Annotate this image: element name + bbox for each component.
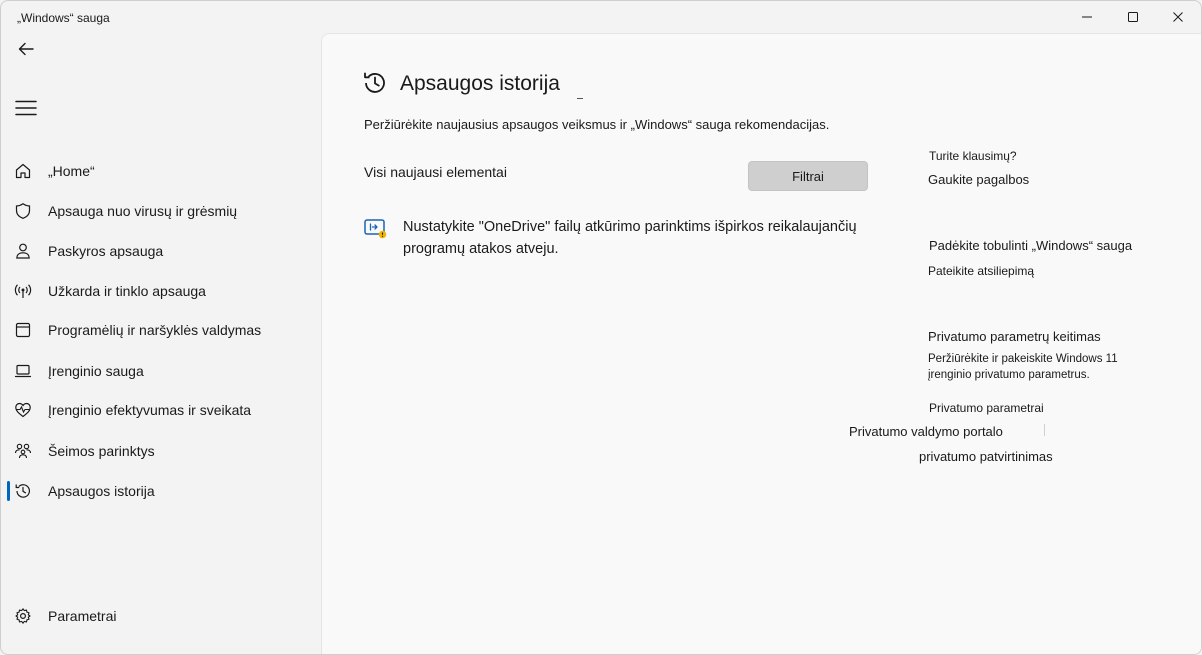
app-window-icon <box>13 320 33 340</box>
maximize-button[interactable] <box>1110 1 1156 33</box>
sidebar-item-family-options[interactable]: Šeimos parinktys <box>5 433 317 469</box>
privacy-statement-link[interactable]: privatumo patvirtinimas <box>919 449 1053 464</box>
sidebar-item-label: Apsaugos istorija <box>48 483 155 499</box>
laptop-icon <box>13 361 33 381</box>
sidebar-item-home[interactable]: „Home“ <box>5 153 317 189</box>
sidebar-item-label: „Home“ <box>48 163 95 179</box>
gear-icon <box>13 606 33 626</box>
privacy-settings-heading: Privatumo parametrų keitimas <box>928 329 1101 344</box>
history-icon <box>364 72 385 93</box>
minimize-icon <box>1082 16 1092 18</box>
hamburger-menu-button[interactable] <box>11 93 41 123</box>
recommendation-item[interactable]: Nustatykite "OneDrive" failų atkūrimo pa… <box>403 216 883 260</box>
title-bar: „Windows“ sauga <box>1 1 1201 33</box>
improve-heading: Padėkite tobulinti „Windows“ sauga <box>929 238 1133 253</box>
sidebar-item-protection-history[interactable]: Apsaugos istorija <box>5 473 317 509</box>
sidebar-item-label: Parametrai <box>48 608 117 624</box>
link-divider <box>1044 424 1045 436</box>
get-help-link[interactable]: Gaukite pagalbos <box>928 172 1029 187</box>
give-feedback-link[interactable]: Pateikite atsiliepimą <box>928 264 1034 278</box>
app-window: „Windows“ sauga „Home“ Apsauga nuo virus… <box>0 0 1202 655</box>
close-icon <box>1173 12 1183 22</box>
active-indicator <box>7 481 10 501</box>
sidebar-item-label: Šeimos parinktys <box>48 443 155 459</box>
history-icon <box>13 481 33 501</box>
filters-button[interactable]: Filtrai <box>748 161 868 191</box>
sidebar-item-label: Užkarda ir tinklo apsauga <box>48 283 206 299</box>
person-icon <box>13 241 33 261</box>
window-title: „Windows“ sauga <box>17 11 110 25</box>
sidebar-item-account-protection[interactable]: Paskyros apsauga <box>5 233 317 269</box>
back-button[interactable] <box>11 35 41 63</box>
privacy-dashboard-link[interactable]: Privatumo valdymo portalo <box>849 424 1003 439</box>
main-content: Apsaugos istorija Peržiūrėkite naujausiu… <box>321 33 1201 654</box>
sidebar-item-label: Programėlių ir naršyklės valdymas <box>48 322 262 338</box>
minimize-button[interactable] <box>1064 1 1110 33</box>
maximize-icon <box>1128 12 1138 22</box>
sidebar-item-app-browser-control[interactable]: Programėlių ir naršyklės valdymas <box>5 312 317 348</box>
onedrive-recovery-icon <box>364 219 387 239</box>
privacy-settings-description: Peržiūrėkite ir pakeiskite Windows 11 įr… <box>928 353 1118 381</box>
sidebar-item-firewall[interactable]: Užkarda ir tinklo apsauga <box>5 273 317 309</box>
antenna-icon <box>13 281 33 301</box>
sidebar-item-label: Apsauga nuo virusų ir grėsmių <box>48 203 238 219</box>
arrow-left-icon <box>18 42 34 56</box>
sidebar-item-label: Įrenginio efektyvumas ir sveikata <box>48 402 252 418</box>
sidebar-item-settings[interactable]: Parametrai <box>5 598 317 634</box>
close-button[interactable] <box>1155 1 1201 33</box>
sidebar-item-device-performance[interactable]: Įrenginio efektyvumas ir sveikata <box>5 392 317 428</box>
sidebar-item-label: Įrenginio sauga <box>48 363 144 379</box>
privacy-settings-link[interactable]: Privatumo parametrai <box>929 401 1044 415</box>
home-icon <box>13 161 33 181</box>
recent-items-label: Visi naujausi elementai <box>364 164 507 180</box>
sidebar-item-device-security[interactable]: Įrenginio sauga <box>5 353 317 389</box>
page-title: Apsaugos istorija <box>400 72 560 95</box>
questions-heading: Turite klausimų? <box>929 149 1017 163</box>
hamburger-icon <box>15 100 37 116</box>
shield-icon <box>13 201 33 221</box>
heart-pulse-icon <box>13 400 33 420</box>
decorative-dash <box>577 98 583 99</box>
sidebar-item-virus-protection[interactable]: Apsauga nuo virusų ir grėsmių <box>5 193 317 229</box>
sidebar-item-label: Paskyros apsauga <box>48 243 164 259</box>
page-description: Peržiūrėkite naujausius apsaugos veiksmu… <box>364 117 830 132</box>
family-icon <box>13 441 33 461</box>
